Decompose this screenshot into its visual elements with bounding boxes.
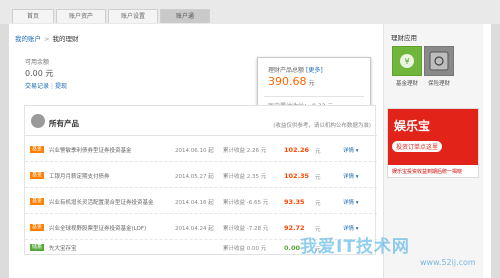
popup-value-number: 390.68: [268, 75, 307, 88]
popup-total-value: 390.68 元: [268, 75, 315, 88]
product-date: 2014.04.24 起: [175, 226, 214, 232]
sidebar-title: 理财应用: [391, 34, 417, 42]
safe-icon: [429, 51, 449, 71]
tab-account-settings[interactable]: 账户设置: [108, 9, 158, 23]
breadcrumb: 我的账户 > 我的理财: [15, 33, 78, 43]
transaction-records-link[interactable]: 交易记录: [25, 83, 49, 90]
top-nav: 首页 账户资产 账户设置 账户通: [0, 0, 500, 24]
product-detail-link[interactable]: 详情 ▾: [343, 224, 359, 232]
product-name[interactable]: 兴业警敏季利债券型证券投资基金: [49, 146, 132, 154]
detail-label[interactable]: 详情: [343, 174, 354, 180]
product-row: 基金 工银月月薪定期支付债券 2014.05.27 起 累计收益 2.35 元 …: [25, 162, 377, 188]
products-note: (收益仅供参考，请以机构公布数据为准): [273, 123, 371, 129]
product-gain: 累计收益 -7.28 元: [223, 226, 269, 232]
product-amount: 102.26: [284, 146, 310, 154]
tab-account-tong[interactable]: 账户通: [160, 9, 210, 23]
detail-label[interactable]: 详情: [343, 200, 354, 206]
product-detail-link[interactable]: 详情 ▾: [343, 146, 359, 154]
fund-app-tile[interactable]: ¥: [392, 46, 422, 76]
tab-home[interactable]: 首页: [12, 9, 54, 23]
products-title: 所有产品: [49, 119, 79, 128]
product-date: 2014.05.27 起: [175, 174, 214, 180]
product-gain: 累计收益 2.35 元: [223, 174, 267, 180]
insurance-app-tile[interactable]: [424, 46, 454, 76]
product-row: 基金 兴业警敏季利债券型证券投资基金 2014.06.10 起 累计收益 2.2…: [25, 136, 377, 162]
popup-more-link[interactable]: [更多]: [306, 67, 323, 74]
popup-value-unit: 元: [308, 80, 315, 87]
product-amount: 0.00: [284, 244, 301, 252]
tab-account-assets[interactable]: 账户资产: [56, 9, 106, 23]
product-detail-link[interactable]: 详情 ▾: [343, 172, 359, 180]
site-watermark: 我爱IT技术网: [300, 237, 410, 257]
breadcrumb-separator: >: [44, 35, 50, 43]
product-unit: 元: [315, 149, 321, 155]
product-amount: 93.35: [284, 198, 305, 206]
popup-label: 理财产品总额: [268, 67, 305, 74]
banner-title: 娱乐宝: [394, 119, 431, 133]
balance-label: 可用余额: [25, 59, 50, 66]
product-amount: 102.35: [284, 172, 310, 180]
balance-value: 0.00 元: [25, 69, 54, 78]
detail-label[interactable]: 详情: [343, 148, 354, 154]
product-name[interactable]: 兴业有机增长灵活配置混合型证券投资基金: [49, 198, 154, 206]
yulebao-banner[interactable]: 娱乐宝 投资订单点这里 娱乐宝投资收益到期后统一揭晓: [387, 108, 479, 178]
product-name[interactable]: 先大宝存宝: [49, 244, 77, 252]
balance-links: 交易记录 | 提现: [25, 83, 68, 90]
fund-app-label[interactable]: 基金理财: [391, 79, 423, 87]
popup-divider: [264, 96, 364, 97]
product-unit: 元: [315, 175, 321, 181]
popup-label-line: 理财产品总额 [更多]: [268, 65, 323, 74]
product-badge: 基金: [30, 198, 44, 205]
products-header: 所有产品 (收益仅供参考，请以机构公布数据为准): [25, 106, 377, 136]
fund-icon: ¥: [400, 54, 414, 68]
product-gain: 累计收益 -6.65 元: [223, 200, 269, 206]
product-badge: 基金: [30, 172, 44, 179]
product-date: 2014.04.16 起: [175, 200, 214, 206]
product-gain: 累计收益 2.26 元: [223, 148, 267, 154]
site-watermark-url: www.52ij.com: [420, 258, 476, 267]
insurance-app-label[interactable]: 保险理财: [423, 79, 455, 87]
product-unit: 元: [315, 201, 321, 207]
product-badge: 基金: [30, 146, 44, 153]
banner-subtitle: 娱乐宝投资收益到期后统一揭晓: [392, 169, 463, 175]
product-name[interactable]: 兴业全球视野股票型证券投资基金(LOF): [49, 224, 146, 232]
product-amount: 92.72: [284, 224, 305, 232]
product-row: 基金 兴业有机增长灵活配置混合型证券投资基金 2014.04.16 起 累计收益…: [25, 188, 377, 214]
product-badge: 储蓄: [30, 244, 44, 251]
product-gain: 累计收益 0.00 元: [223, 246, 267, 252]
breadcrumb-current: 我的理财: [52, 35, 79, 43]
products-icon: [31, 114, 45, 128]
banner-cta[interactable]: 投资订单点这里: [392, 141, 443, 152]
withdraw-link[interactable]: 提现: [55, 83, 67, 90]
product-date: 2014.06.10 起: [175, 148, 214, 154]
product-badge: 基金: [30, 224, 44, 231]
svg-text:¥: ¥: [404, 57, 409, 66]
product-detail-link[interactable]: 详情 ▾: [343, 198, 359, 206]
product-name[interactable]: 工银月月薪定期支付债券: [49, 172, 110, 180]
breadcrumb-home-link[interactable]: 我的账户: [15, 35, 41, 43]
